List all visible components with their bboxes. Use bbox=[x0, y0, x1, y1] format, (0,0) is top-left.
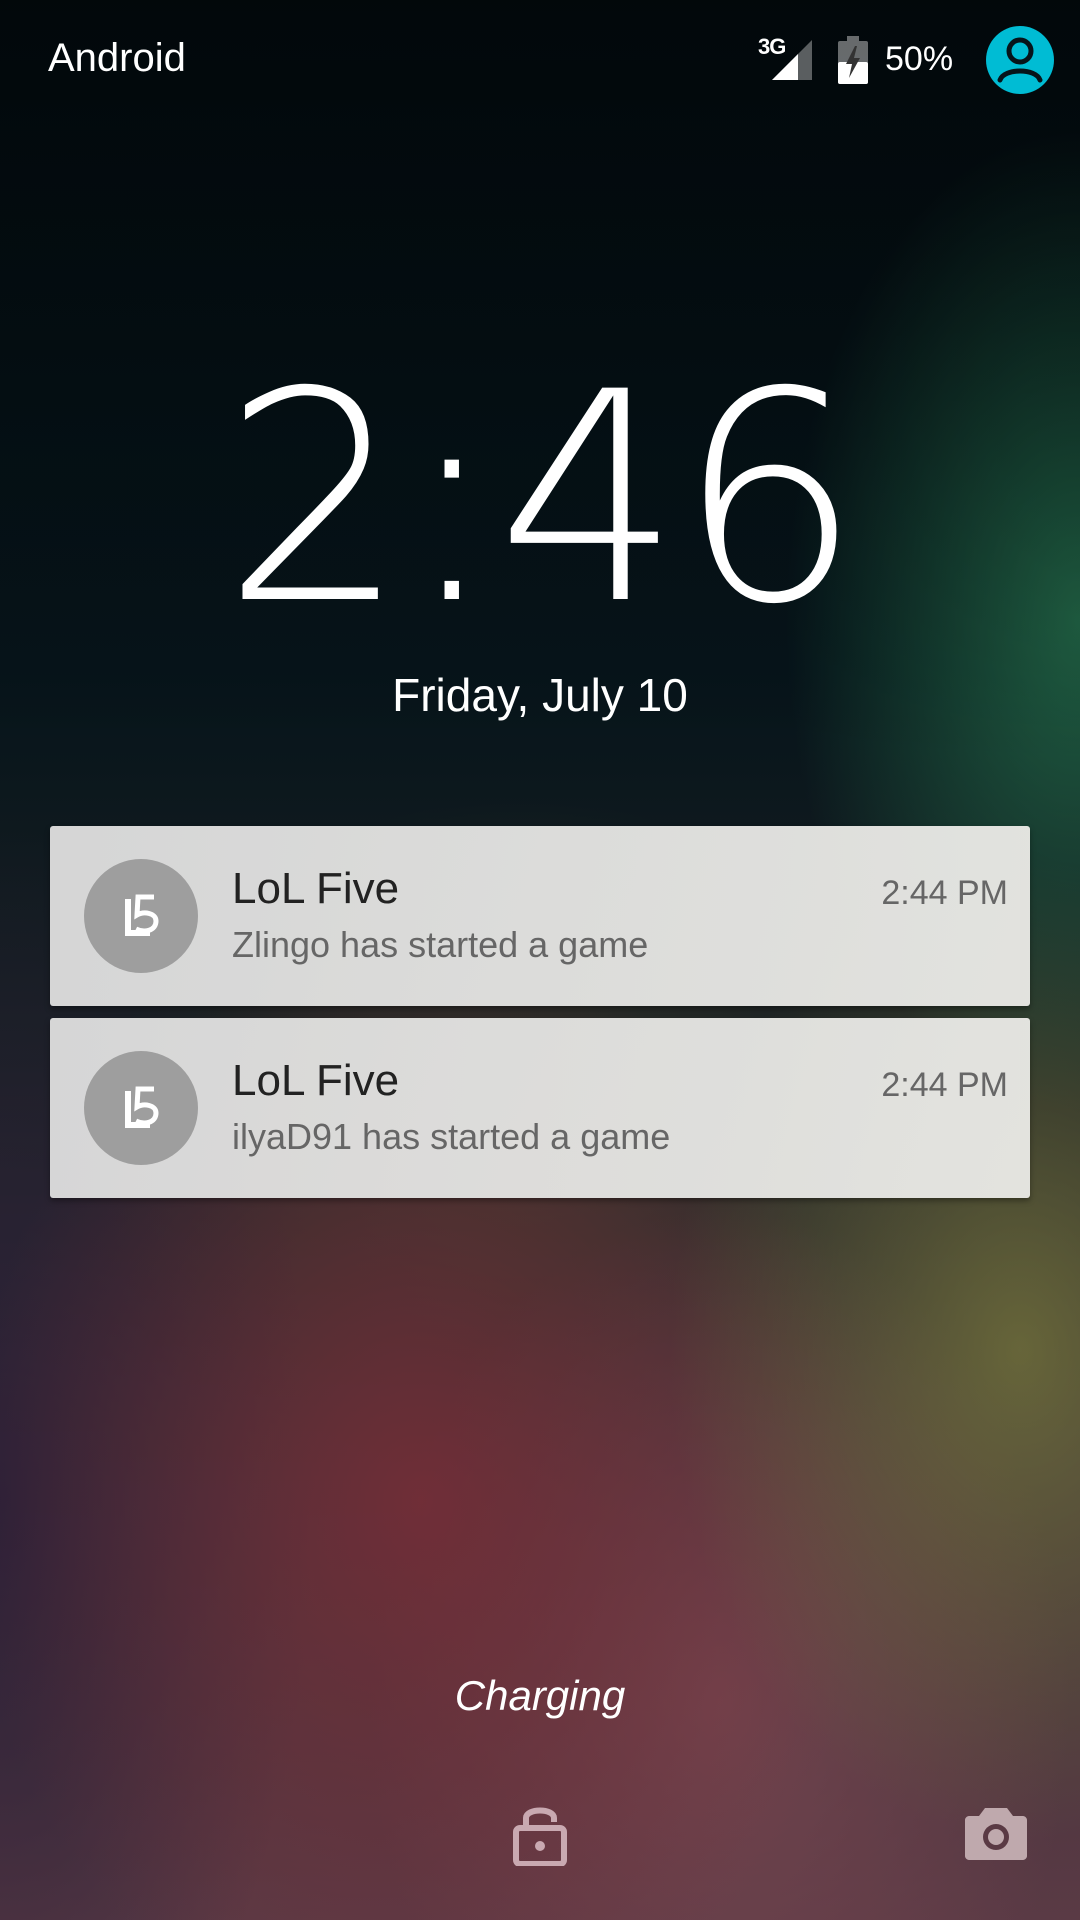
notification-card[interactable]: LoL Five Zlingo has started a game 2:44 … bbox=[50, 826, 1030, 1006]
cellular-signal-icon: 3G bbox=[758, 34, 814, 82]
notification-text: ilyaD91 has started a game bbox=[232, 1116, 671, 1157]
app-icon bbox=[84, 859, 198, 973]
notification-text: Zlingo has started a game bbox=[232, 924, 649, 965]
user-avatar-icon[interactable] bbox=[986, 26, 1054, 94]
notification-title: LoL Five bbox=[232, 864, 400, 913]
charging-status: Charging bbox=[454, 1672, 626, 1719]
network-type-label: 3G bbox=[758, 34, 786, 59]
lock-screen: Android 3G 50% 2:46 Friday, July 10 LoL … bbox=[0, 0, 1080, 1920]
clock-time: 2:46 bbox=[222, 331, 861, 668]
battery-charging-icon bbox=[838, 36, 868, 84]
app-icon bbox=[84, 1051, 198, 1165]
carrier-label: Android bbox=[48, 36, 186, 80]
status-bar: Android 3G 50% bbox=[0, 0, 1080, 120]
notification-time: 2:44 PM bbox=[881, 874, 1008, 912]
notification-time: 2:44 PM bbox=[881, 1066, 1008, 1104]
clock-date: Friday, July 10 bbox=[392, 669, 688, 721]
lock-icon[interactable] bbox=[512, 1800, 568, 1867]
notification-card[interactable]: LoL Five ilyaD91 has started a game 2:44… bbox=[50, 1018, 1030, 1198]
notification-title: LoL Five bbox=[232, 1056, 400, 1105]
camera-icon[interactable] bbox=[965, 1804, 1027, 1860]
battery-percent: 50% bbox=[885, 40, 954, 78]
